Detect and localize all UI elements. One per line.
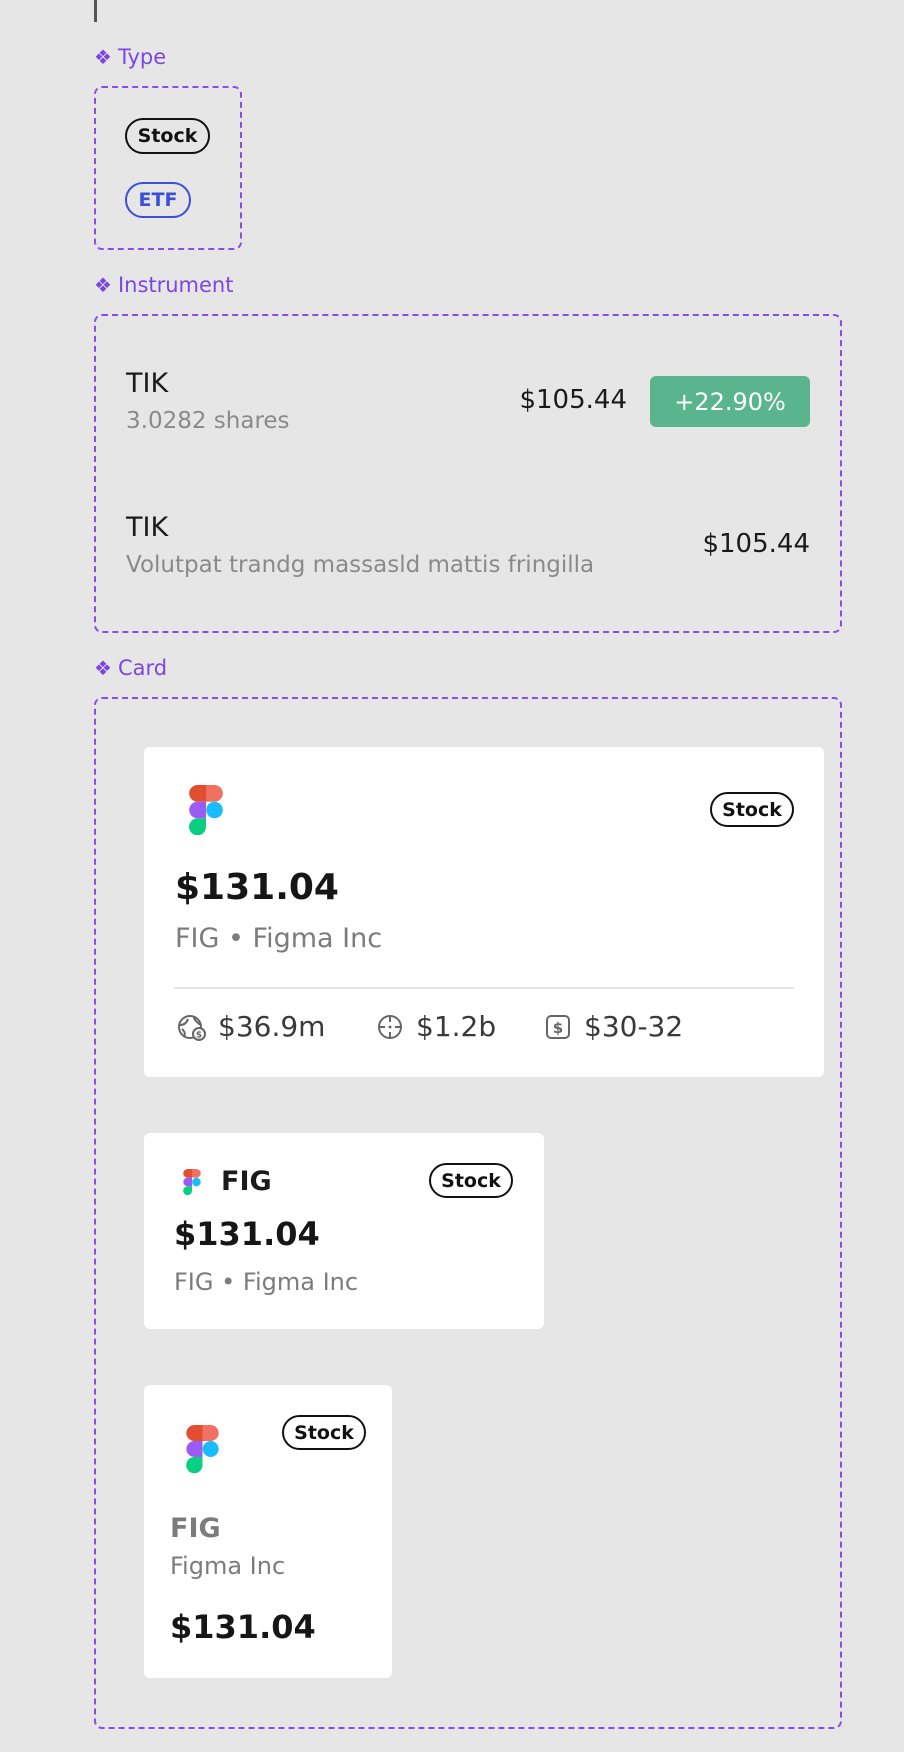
type-variants-frame [94,86,242,250]
component-icon: ❖ [94,656,112,680]
card-section-label: ❖ Card [94,654,167,682]
stock-badge: Stock [710,792,794,827]
etf-type-pill[interactable]: ETF [125,182,191,218]
card-name-line: FIG • Figma Inc [174,1268,359,1296]
instrument-shares: 3.0282 shares [126,408,290,434]
stat-price-range: $ $30-32 [544,1010,683,1043]
instrument-ticker: TIK [126,368,169,399]
svg-text:$: $ [196,1030,202,1040]
card-company: Figma Inc [170,1552,286,1580]
card-ticker: FIG [170,1513,221,1544]
figma-logo-icon [183,1169,201,1195]
stat-value: $1.2b [416,1010,497,1043]
stat-value: $30-32 [584,1010,684,1043]
card-name-line: FIG • Figma Inc [175,923,383,954]
instrument-section-label: ❖ Instrument [94,271,233,299]
instrument-price: $105.44 [519,385,627,415]
stat-volume: $ $36.9m [178,1010,325,1043]
type-section-label: ❖ Type [94,43,166,71]
stock-card-large[interactable]: Stock $131.04 FIG • Figma Inc $ $36.9m $… [144,747,824,1077]
instrument-label-text: Instrument [117,273,234,297]
globe-dollar-icon: $ [178,1014,206,1041]
card-label-text: Card [117,656,168,680]
card-ticker: FIG [221,1166,272,1197]
stock-card-small[interactable]: Stock FIG Figma Inc $131.04 [144,1385,392,1678]
text-caret [94,0,97,22]
figma-logo-icon [186,1425,219,1473]
type-label-text: Type [117,45,167,69]
card-price: $131.04 [170,1608,316,1646]
instrument-variants-frame [94,314,842,633]
stat-market-cap: $1.2b [376,1010,496,1043]
card-price: $131.04 [175,867,339,908]
instrument-price: $105.44 [702,529,810,559]
card-price: $131.04 [174,1215,320,1253]
stock-badge: Stock [282,1415,366,1450]
component-icon: ❖ [94,45,112,69]
instrument-description: Volutpat trandg massasld mattis fringill… [126,552,595,578]
svg-text:$: $ [553,1019,563,1037]
instrument-ticker: TIK [126,512,169,543]
stat-value: $36.9m [218,1010,326,1043]
card-divider [174,987,794,989]
change-badge: +22.90% [650,376,810,427]
figma-logo-icon [189,785,223,835]
dollar-square-icon: $ [546,1014,570,1039]
stock-badge: Stock [429,1163,513,1198]
stock-card-medium[interactable]: FIG Stock $131.04 FIG • Figma Inc [144,1133,544,1329]
crosshair-icon [378,1014,402,1039]
stock-type-pill[interactable]: Stock [125,118,210,154]
component-icon: ❖ [94,273,112,297]
